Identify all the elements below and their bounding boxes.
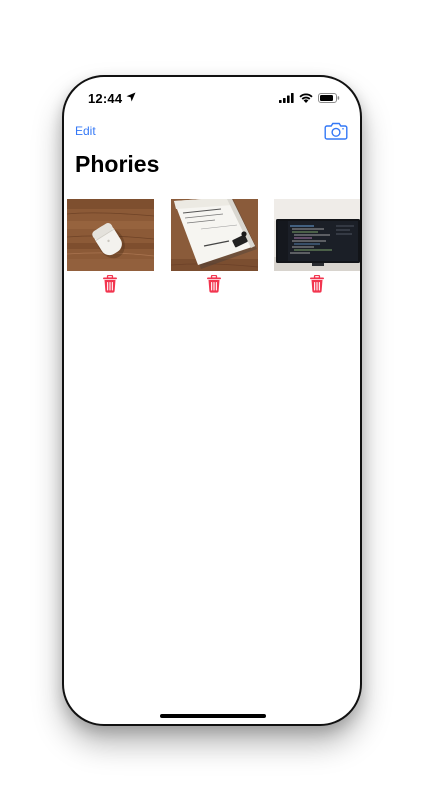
page-title: Phories [75,151,160,177]
battery-icon [318,90,340,108]
status-indicators [279,90,340,108]
status-time-group: 12:44 [88,89,136,107]
photo-thumbnail-airpods[interactable] [67,199,154,271]
photo-cell [274,199,360,293]
photo-cell [171,199,258,293]
photo-cell [67,199,154,293]
wifi-icon [299,90,313,108]
status-time: 12:44 [88,90,123,106]
home-indicator[interactable] [160,714,266,718]
trash-icon[interactable] [102,274,118,293]
status-bar: 12:44 [64,77,360,121]
phone-frame: 12:44 Edit Phories [62,75,362,726]
photo-thumbnail-notebook[interactable] [171,199,258,271]
trash-icon[interactable] [309,274,325,293]
camera-icon[interactable] [324,121,348,141]
edit-button[interactable]: Edit [75,124,96,138]
location-arrow-icon [126,89,136,107]
screenshot-stage: 12:44 Edit Phories [0,0,424,806]
cellular-signal-icon [279,90,294,108]
photo-thumbnail-monitor[interactable] [274,199,360,271]
navigation-bar: Edit [64,119,360,149]
trash-icon[interactable] [206,274,222,293]
